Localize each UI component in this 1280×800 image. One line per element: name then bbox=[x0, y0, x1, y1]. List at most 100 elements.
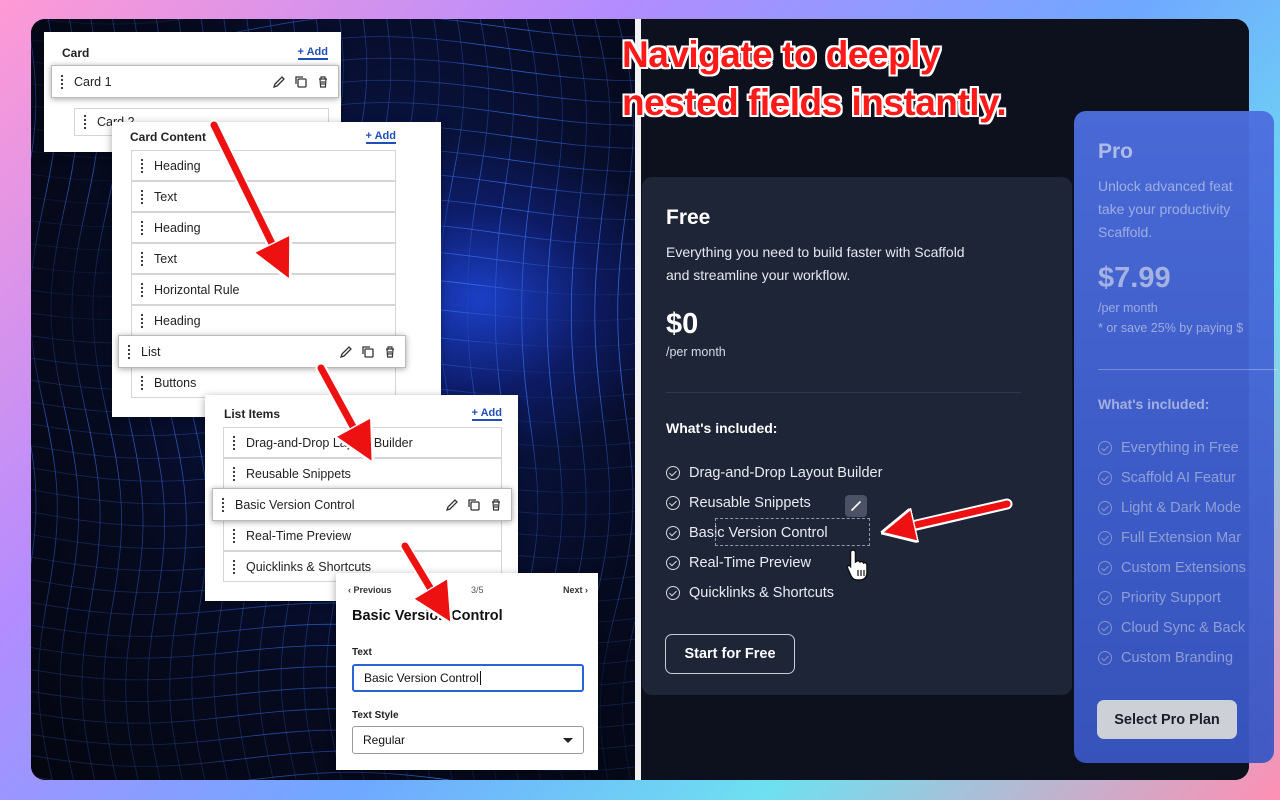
pro-plan-name: Pro bbox=[1098, 140, 1134, 163]
grip-icon[interactable] bbox=[140, 219, 144, 236]
free-plan-name: Free bbox=[666, 206, 711, 229]
hand-cursor-icon bbox=[846, 549, 868, 581]
pencil-icon[interactable] bbox=[445, 498, 459, 512]
check-circle-icon bbox=[1098, 561, 1112, 575]
list-item[interactable]: Drag-and-Drop Layout Builder bbox=[223, 427, 502, 458]
check-circle-icon bbox=[666, 466, 680, 480]
pro-period: /per month bbox=[1098, 301, 1158, 315]
list-item-selected[interactable]: Basic Version Control bbox=[212, 488, 512, 521]
list-panel-title: List Items bbox=[224, 407, 281, 421]
list-item-label: Buttons bbox=[154, 375, 197, 390]
list-item-label: Basic Version Control bbox=[235, 497, 355, 512]
list-item-label: List bbox=[141, 344, 161, 359]
feature-item: Drag-and-Drop Layout Builder bbox=[666, 458, 1046, 488]
check-circle-icon bbox=[1098, 531, 1112, 545]
free-plan-card: Free Everything you need to build faster… bbox=[642, 177, 1072, 695]
list-item[interactable]: Real-Time Preview bbox=[223, 520, 502, 551]
selected-feature-outline bbox=[715, 518, 870, 546]
list-item-label: Quicklinks & Shortcuts bbox=[246, 559, 372, 574]
check-circle-icon bbox=[1098, 621, 1112, 635]
trash-icon[interactable] bbox=[383, 345, 397, 359]
card-item-selected[interactable]: Card 1 bbox=[51, 65, 339, 98]
text-field-label: Text bbox=[352, 647, 372, 658]
grip-icon[interactable] bbox=[221, 496, 225, 513]
list-add-link[interactable]: + Add bbox=[471, 407, 502, 421]
feature-label: Cloud Sync & Back bbox=[1121, 620, 1246, 636]
pro-desc-line-3: Scaffold. bbox=[1098, 224, 1153, 240]
list-item[interactable]: Reusable Snippets bbox=[223, 458, 502, 489]
feature-item: Everything in Free bbox=[1098, 433, 1280, 463]
pro-save-note: * or save 25% by paying $ bbox=[1098, 321, 1244, 335]
content-add-link[interactable]: + Add bbox=[365, 130, 396, 144]
check-circle-icon bbox=[1098, 441, 1112, 455]
feature-item: Full Extension Mar bbox=[1098, 523, 1280, 553]
list-item[interactable]: Heading bbox=[131, 150, 396, 181]
card-add-link[interactable]: + Add bbox=[297, 46, 328, 60]
grip-icon[interactable] bbox=[232, 434, 236, 451]
copy-icon[interactable] bbox=[361, 345, 375, 359]
grip-icon[interactable] bbox=[140, 374, 144, 391]
text-style-select[interactable]: Regular bbox=[352, 726, 584, 754]
list-item[interactable]: Horizontal Rule bbox=[131, 274, 396, 305]
grip-icon[interactable] bbox=[140, 250, 144, 267]
grip-icon[interactable] bbox=[127, 343, 131, 360]
feature-label: Full Extension Mar bbox=[1121, 530, 1242, 546]
feature-label: Drag-and-Drop Layout Builder bbox=[689, 465, 883, 481]
start-free-button[interactable]: Start for Free bbox=[665, 634, 795, 674]
grip-icon[interactable] bbox=[60, 73, 64, 90]
grip-icon[interactable] bbox=[140, 281, 144, 298]
item-detail-panel: ‹ Previous 3/5 Next › Basic Version Cont… bbox=[336, 573, 598, 770]
free-price: $0 bbox=[666, 308, 699, 340]
list-item[interactable]: Buttons bbox=[131, 367, 396, 398]
trash-icon[interactable] bbox=[316, 75, 330, 89]
pro-desc-line-1: Unlock advanced feat bbox=[1098, 178, 1233, 194]
pencil-icon[interactable] bbox=[339, 345, 353, 359]
list-item-label: Text bbox=[154, 189, 177, 204]
grip-icon[interactable] bbox=[232, 558, 236, 575]
grip-icon[interactable] bbox=[140, 157, 144, 174]
card-panel-title: Card bbox=[62, 46, 90, 60]
feature-label: Real-Time Preview bbox=[689, 555, 811, 571]
trash-icon[interactable] bbox=[489, 498, 503, 512]
grip-icon[interactable] bbox=[83, 114, 87, 130]
grip-icon[interactable] bbox=[140, 188, 144, 205]
card-item-label: Card 1 bbox=[74, 74, 112, 89]
pro-desc-line-2: take your productivity bbox=[1098, 201, 1231, 217]
content-panel-title: Card Content bbox=[130, 130, 206, 144]
free-desc-line-2: and streamline your workflow. bbox=[666, 267, 851, 283]
pro-divider bbox=[1098, 369, 1278, 370]
select-pro-button[interactable]: Select Pro Plan bbox=[1097, 700, 1237, 739]
list-item-label: Drag-and-Drop Layout Builder bbox=[246, 435, 413, 450]
feature-label: Everything in Free bbox=[1121, 440, 1239, 456]
copy-icon[interactable] bbox=[467, 498, 481, 512]
previous-button[interactable]: ‹ Previous bbox=[348, 585, 392, 595]
free-plan-description: Everything you need to build faster with… bbox=[666, 241, 1066, 287]
grip-icon[interactable] bbox=[232, 465, 236, 482]
pro-feature-list: Everything in Free Scaffold AI Featur Ligh… bbox=[1098, 433, 1280, 673]
text-field[interactable]: Basic Version Control bbox=[352, 664, 584, 692]
list-item[interactable]: Text bbox=[131, 181, 396, 212]
grip-icon[interactable] bbox=[232, 527, 236, 544]
list-item[interactable]: Heading bbox=[131, 212, 396, 243]
brush-icon[interactable] bbox=[845, 495, 867, 517]
feature-label: Scaffold AI Featur bbox=[1121, 470, 1236, 486]
pencil-icon[interactable] bbox=[272, 75, 286, 89]
grip-icon[interactable] bbox=[140, 312, 144, 329]
pro-included-label: What's included: bbox=[1098, 396, 1210, 412]
feature-label: Custom Branding bbox=[1121, 650, 1234, 666]
list-item-label: Text bbox=[154, 251, 177, 266]
list-item-label: Real-Time Preview bbox=[246, 528, 352, 543]
text-field-value: Basic Version Control bbox=[364, 671, 479, 685]
list-item-selected[interactable]: List bbox=[118, 335, 406, 368]
list-item[interactable]: Text bbox=[131, 243, 396, 274]
detail-title: Basic Version Control bbox=[352, 608, 503, 624]
next-button[interactable]: Next › bbox=[563, 585, 588, 595]
list-item-label: Horizontal Rule bbox=[154, 282, 240, 297]
pro-plan-card: Pro Unlock advanced feat take your produ… bbox=[1074, 111, 1278, 763]
copy-icon[interactable] bbox=[294, 75, 308, 89]
list-item[interactable]: Heading bbox=[131, 305, 396, 336]
check-circle-icon bbox=[1098, 591, 1112, 605]
start-free-label: Start for Free bbox=[684, 646, 776, 662]
list-item-label: Heading bbox=[154, 220, 201, 235]
feature-label: Custom Extensions bbox=[1121, 560, 1246, 576]
